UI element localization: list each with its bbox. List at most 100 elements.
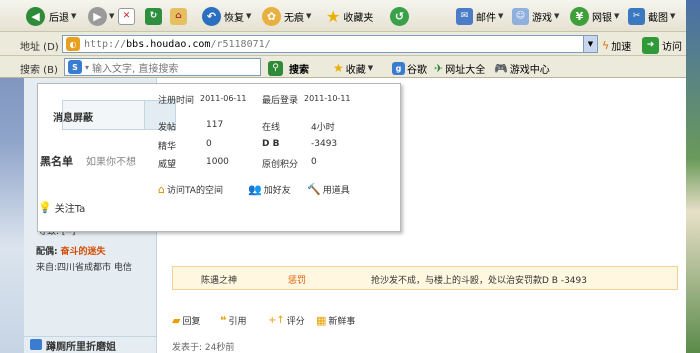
add-friend-icon: 👥 (248, 183, 262, 196)
globe-icon: ✈ (434, 61, 444, 75)
next-post-username[interactable]: 蹲厕所里折磨姐 (46, 338, 116, 353)
stat-label: 在线 (262, 123, 281, 133)
visit-space-label: 访问TA的空间 (166, 186, 223, 196)
lightning-icon: ϟ (602, 38, 610, 52)
blacklist-label: 黑名单 (40, 155, 73, 168)
next-post-time: 发表于: 24秒前 (172, 343, 235, 353)
stat-label: 威望 (158, 160, 177, 170)
chevron-down-icon: ▼ (498, 12, 504, 20)
mail-label: 邮件 (476, 12, 496, 24)
url-path: /r5118071/ (210, 38, 271, 50)
rate-icon: +↑ (268, 315, 285, 326)
stat-label: 发帖 (158, 123, 177, 133)
use-item-label: 用道具 (322, 186, 350, 196)
go-arrow-icon: ➜ (642, 36, 659, 54)
add-friend-label: 加好友 (263, 186, 291, 196)
forward-arrow-icon: ▶ (88, 6, 107, 26)
news-icon: ▦ (316, 314, 327, 327)
search-button[interactable]: ⚲ 搜索 (268, 58, 309, 78)
search-input[interactable]: S ▾ 输入文字, 直接搜索 (64, 58, 261, 76)
house-icon: ⌂ (158, 183, 165, 196)
screenshot-label: 截图 (648, 12, 668, 24)
restore-label: 恢复 (224, 12, 244, 24)
link-label: 收藏 (345, 64, 366, 76)
address-input[interactable]: ◐ http://bbs.houdao.com/r5118071/ ▼ (62, 35, 598, 53)
spouse-label: 配偶: (36, 247, 58, 257)
games-button[interactable]: ☺ 游戏 ▼ (512, 6, 559, 26)
magnifier-icon: ⚲ (268, 60, 283, 76)
stat-value: 1000 (206, 157, 229, 167)
search-label: 搜索 (B) (20, 65, 58, 76)
speed-button[interactable]: ϟ 加速 (602, 35, 631, 55)
post-action-reply[interactable]: ▰ 回复 (172, 314, 200, 327)
visit-space-link[interactable]: ⌂ 访问TA的空间 (158, 183, 223, 196)
search-link-google[interactable]: g 谷歌 (392, 58, 427, 78)
notice-user[interactable]: 陈遇之神 (201, 273, 237, 286)
stat-label: D B (262, 139, 280, 149)
chevron-down-icon: ▼ (670, 12, 676, 20)
go-button[interactable]: ➜ 访问 (642, 35, 682, 55)
reply-label: 回复 (182, 317, 201, 327)
chevron-down-icon: ▼ (109, 12, 115, 20)
gamepad-icon: 🎮 (494, 61, 508, 75)
register-time-value: 2011-06-11 (200, 94, 247, 103)
back-button[interactable]: ◀ 后退 ▼ (26, 6, 76, 26)
favorites-button[interactable]: ★ 收藏夹 (326, 6, 373, 26)
last-login-value: 2011-10-11 (304, 94, 351, 103)
add-friend-link[interactable]: 👥 加好友 (248, 183, 291, 196)
search-link-games[interactable]: 🎮 游戏中心 (494, 58, 550, 78)
paw-icon: ✿ (262, 6, 281, 26)
chevron-down-icon: ▼ (246, 12, 252, 20)
post-action-news[interactable]: ▦ 新鲜事 (316, 314, 355, 327)
user-profile-popup: 消息屏蔽 黑名单 如果你不想 💡 关注Ta 注册时间 2011-06-11 最后… (37, 83, 401, 232)
history-icon: ↺ (390, 6, 409, 26)
no-trace-button[interactable]: ✿ 无痕 ▼ (262, 6, 311, 26)
stat-value: -3493 (311, 139, 338, 149)
chevron-down-icon: ▼ (367, 64, 374, 72)
quote-label: 引用 (228, 317, 247, 327)
address-dropdown-icon[interactable]: ▼ (583, 36, 597, 52)
stat-value: 117 (206, 120, 224, 130)
search-link-favorites[interactable]: ★ 收藏 ▼ (333, 58, 373, 78)
refresh-icon: ↻ (145, 7, 162, 25)
use-item-link[interactable]: 🔨 用道具 (307, 183, 350, 196)
quote-icon: ❝ (220, 314, 227, 327)
chevron-down-icon: ▾ (85, 62, 90, 72)
history-button[interactable]: ↺ (390, 6, 409, 26)
screenshot-button[interactable]: ✂ 截图 ▼ (628, 6, 675, 26)
link-label: 游戏中心 (509, 64, 550, 76)
stat-value: 4小时 (311, 123, 335, 133)
spouse-link[interactable]: 奋斗的迷失 (60, 247, 105, 257)
stat-value: 0 (311, 157, 317, 167)
restore-button[interactable]: ↶ 恢复 ▼ (202, 6, 251, 26)
refresh-button[interactable]: ↻ (145, 6, 162, 26)
notice-action: 惩罚 (288, 276, 307, 286)
user-icon (30, 339, 42, 350)
chevron-down-icon: ▼ (71, 12, 77, 20)
next-post-header: 蹲厕所里折磨姐 发表于: 24秒前 (24, 336, 686, 353)
home-icon: ⌂ (170, 7, 187, 25)
forward-button[interactable]: ▶ ▼ (88, 6, 114, 26)
visit-label: 访问 (662, 41, 682, 53)
stat-value: 0 (206, 139, 212, 149)
reply-icon: ▰ (172, 314, 181, 327)
search-link-sites[interactable]: ✈ 网址大全 (434, 58, 485, 78)
follow-button[interactable]: 💡 关注Ta (38, 200, 85, 215)
site-favicon-icon: ◐ (66, 37, 80, 51)
news-label: 新鲜事 (328, 317, 356, 327)
tab-message-block[interactable]: 消息屏蔽 (53, 109, 93, 124)
post-action-rate[interactable]: +↑ 评分 (268, 314, 305, 327)
bank-icon: ¥ (570, 6, 589, 26)
link-label: 网址大全 (445, 64, 486, 76)
mail-button[interactable]: ✉ 邮件 ▼ (456, 6, 503, 26)
netbank-button[interactable]: ¥ 网银 ▼ (570, 6, 619, 26)
register-time-label: 注册时间 (158, 96, 195, 106)
google-icon: g (392, 61, 405, 75)
post-action-quote[interactable]: ❝ 引用 (220, 314, 246, 327)
search-bar: 搜索 (B) S ▾ 输入文字, 直接搜索 ⚲ 搜索 ★ 收藏 ▼ g 谷歌 ✈… (0, 56, 686, 78)
home-button[interactable]: ⌂ (170, 6, 187, 26)
chevron-down-icon: ▼ (614, 12, 620, 20)
stop-button[interactable]: ✕ (118, 6, 135, 26)
user-origin: 来自:四川省成都市 电信 (36, 263, 132, 273)
back-label: 后退 (49, 12, 69, 24)
